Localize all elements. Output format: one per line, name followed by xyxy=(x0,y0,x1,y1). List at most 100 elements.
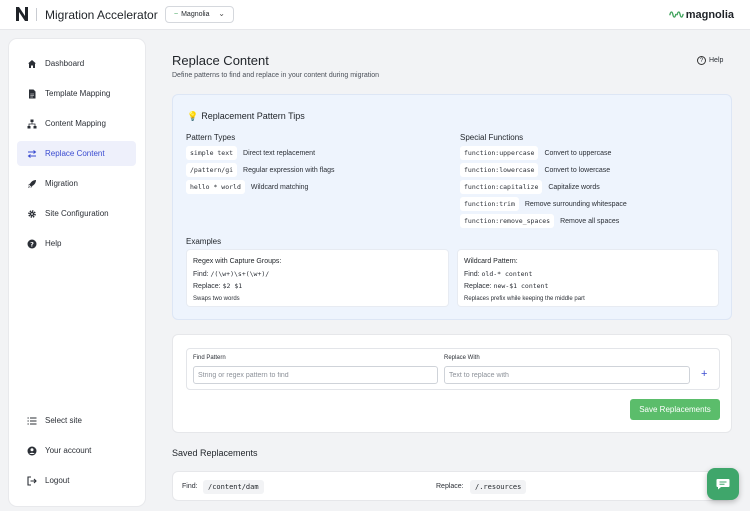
example-find: Find: /(\w+)\s+(\w+)/ xyxy=(193,270,270,278)
function-desc: Convert to uppercase xyxy=(544,149,612,157)
document-icon xyxy=(27,89,37,99)
pattern-types-heading: Pattern Types xyxy=(186,133,236,142)
examples-heading: Examples xyxy=(186,237,222,246)
sidebar-item-logout[interactable]: Logout xyxy=(17,468,136,493)
sidebar-item-label: Migration xyxy=(45,179,78,188)
chevron-down-icon: ⌄ xyxy=(218,9,225,18)
site-selector-value: Magnolia xyxy=(181,11,210,18)
function-desc: Remove surrounding whitespace xyxy=(524,200,627,208)
sidebar-item-template-mapping[interactable]: Template Mapping xyxy=(17,81,136,106)
function-desc: Remove all spaces xyxy=(560,217,620,225)
app-logo-icon xyxy=(16,7,28,21)
find-pattern-input[interactable] xyxy=(193,366,438,384)
special-function-row: function:trim Remove surrounding whitesp… xyxy=(460,197,627,211)
special-functions-heading: Special Functions xyxy=(460,133,524,142)
saved-replacement-row: Find: /content/dam Replace: /.resources xyxy=(172,471,732,501)
add-row-button[interactable]: + xyxy=(701,368,707,380)
sidebar-item-site-configuration[interactable]: Site Configuration xyxy=(17,201,136,226)
sidebar-item-select-site[interactable]: Select site xyxy=(17,408,136,433)
pattern-code: hello * world xyxy=(186,180,245,194)
saved-find-label: Find: xyxy=(182,483,198,490)
sidebar-item-migration[interactable]: Migration xyxy=(17,171,136,196)
sidebar-item-label: Help xyxy=(45,239,62,248)
page-subtitle: Define patterns to find and replace in y… xyxy=(172,72,380,79)
sidebar-item-label: Content Mapping xyxy=(45,119,106,128)
example-title: Wildcard Pattern: xyxy=(464,258,518,265)
example-note: Swaps two words xyxy=(193,296,240,302)
app-title: Migration Accelerator xyxy=(45,8,158,22)
gear-icon xyxy=(27,209,37,219)
special-function-row: function:uppercase Convert to uppercase xyxy=(460,146,611,160)
help-link[interactable]: ? Help xyxy=(697,56,723,65)
magnolia-mini-icon: ~ xyxy=(174,11,179,18)
brand-logo: ∿∿ magnolia xyxy=(668,9,734,21)
special-function-row: function:capitalize Capitalize words xyxy=(460,180,600,194)
example-note: Replaces prefix while keeping the middle… xyxy=(464,296,585,302)
pattern-type-row: hello * world Wildcard matching xyxy=(186,180,308,194)
saved-replace-value: /.resources xyxy=(470,480,527,494)
sidebar-item-label: Dashboard xyxy=(45,59,85,68)
logout-icon xyxy=(27,475,37,486)
sitemap-icon xyxy=(27,119,37,129)
svg-text:?: ? xyxy=(30,240,34,248)
saved-find-value: /content/dam xyxy=(203,480,264,494)
find-pattern-label: Find Pattern xyxy=(193,355,226,361)
sidebar-item-label: Your account xyxy=(45,446,92,455)
list-icon xyxy=(27,416,37,426)
sidebar-item-replace-content[interactable]: Replace Content xyxy=(17,141,136,166)
pattern-desc: Wildcard matching xyxy=(250,183,309,191)
replacement-form: Find Pattern Replace With + Save Replace… xyxy=(172,334,732,433)
saved-replacements-title: Saved Replacements xyxy=(172,448,258,458)
sidebar-item-label: Site Configuration xyxy=(45,209,109,218)
replacement-row: Find Pattern Replace With + xyxy=(186,348,720,390)
example-replace: Replace: $2 $1 xyxy=(193,282,243,290)
sidebar-item-content-mapping[interactable]: Content Mapping xyxy=(17,111,136,136)
sidebar-item-label: Template Mapping xyxy=(45,89,111,98)
home-icon xyxy=(27,59,37,69)
pattern-code: /pattern/gi xyxy=(186,163,238,177)
function-code: function:trim xyxy=(460,197,519,211)
tips-title: 💡 Replacement Pattern Tips xyxy=(187,111,305,121)
function-code: function:lowercase xyxy=(460,163,539,177)
page-title: Replace Content xyxy=(172,53,269,68)
save-replacements-button[interactable]: Save Replacements xyxy=(630,399,720,420)
question-circle-icon: ? xyxy=(697,56,706,65)
function-desc: Convert to lowercase xyxy=(544,166,611,174)
swap-arrows-icon xyxy=(27,149,37,159)
sidebar: Dashboard Template Mapping Content Mappi… xyxy=(9,39,145,506)
top-bar: Migration Accelerator ~ Magnolia ⌄ ∿∿ magn… xyxy=(0,0,750,30)
sidebar-item-label: Replace Content xyxy=(45,149,105,158)
rocket-icon xyxy=(27,179,37,189)
pattern-code: simple text xyxy=(186,146,238,160)
pattern-desc: Regular expression with flags xyxy=(243,166,335,174)
special-function-row: function:lowercase Convert to lowercase xyxy=(460,163,610,177)
header-divider xyxy=(36,8,37,21)
pattern-desc: Direct text replacement xyxy=(243,149,316,157)
sidebar-item-your-account[interactable]: Your account xyxy=(17,438,136,463)
function-desc: Capitalize words xyxy=(548,183,600,191)
pattern-type-row: /pattern/gi Regular expression with flag… xyxy=(186,163,334,177)
lightbulb-icon: 💡 xyxy=(187,111,199,121)
example-find: Find: old-* content xyxy=(464,270,533,278)
function-code: function:capitalize xyxy=(460,180,543,194)
example-title: Regex with Capture Groups: xyxy=(193,258,282,265)
help-link-label: Help xyxy=(709,57,724,64)
saved-replace-label: Replace: xyxy=(436,483,464,490)
special-function-row: function:remove_spaces Remove all spaces xyxy=(460,214,619,228)
function-code: function:uppercase xyxy=(460,146,539,160)
function-code: function:remove_spaces xyxy=(460,214,555,228)
example-replace: Replace: new-$1 content xyxy=(464,282,549,290)
sidebar-item-label: Logout xyxy=(45,476,70,485)
magnolia-logo-icon: ∿∿ xyxy=(668,9,685,21)
site-selector[interactable]: ~ Magnolia ⌄ xyxy=(165,6,234,23)
chat-button[interactable] xyxy=(707,468,739,500)
example-card-regex: Regex with Capture Groups: Find: /(\w+)\… xyxy=(186,249,449,307)
sidebar-item-help[interactable]: ? Help xyxy=(17,231,136,256)
sidebar-item-label: Select site xyxy=(45,416,82,425)
chat-icon xyxy=(716,479,730,490)
pattern-type-row: simple text Direct text replacement xyxy=(186,146,315,160)
sidebar-item-dashboard[interactable]: Dashboard xyxy=(17,51,136,76)
pattern-tips-panel: 💡 Replacement Pattern Tips Pattern Types … xyxy=(172,94,732,320)
replace-with-input[interactable] xyxy=(444,366,690,384)
question-icon: ? xyxy=(27,239,37,249)
